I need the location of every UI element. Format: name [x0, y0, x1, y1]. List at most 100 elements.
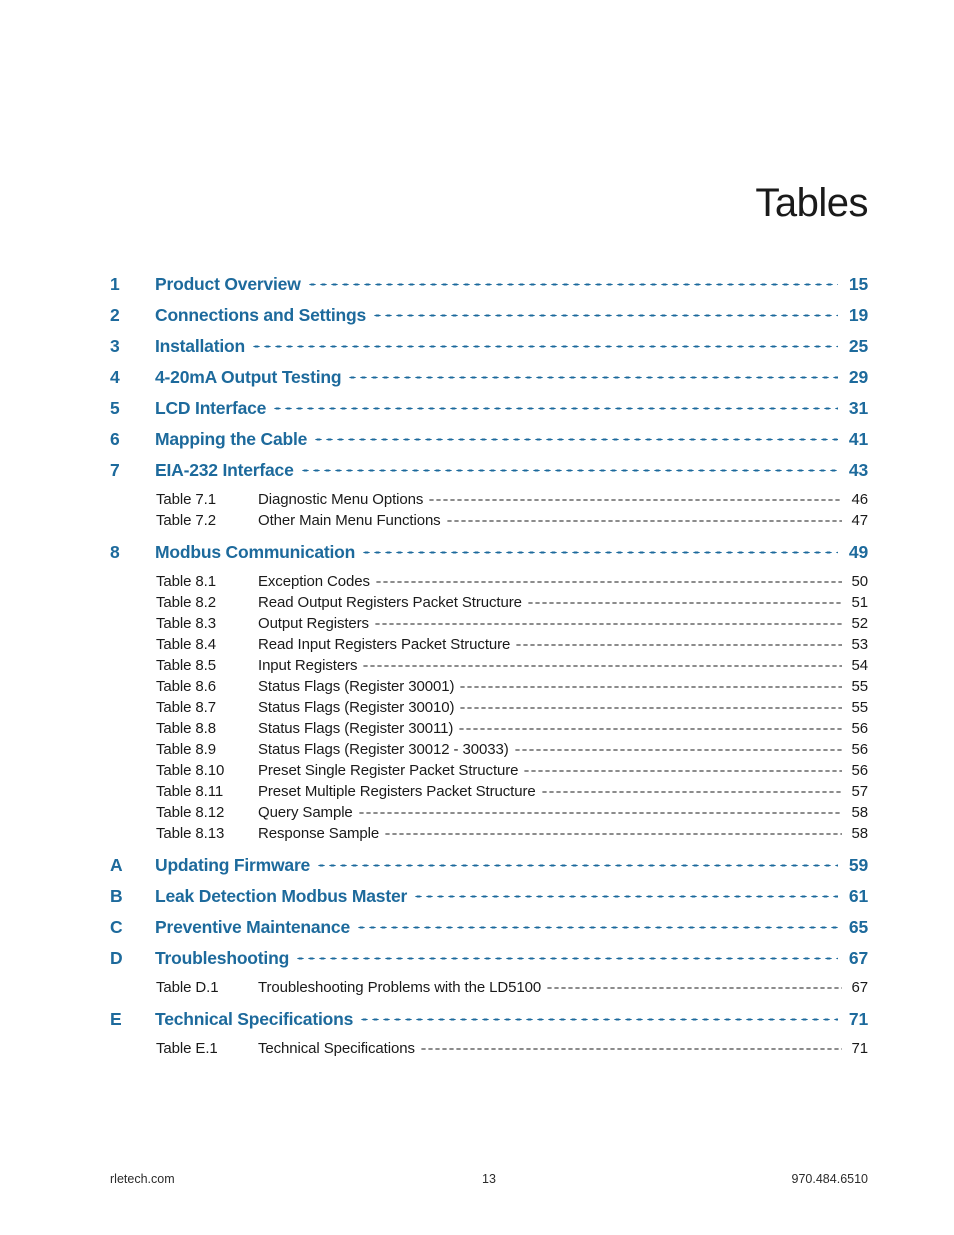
toc-chapter-page-number: 15: [848, 273, 868, 294]
toc-dot-leader: [316, 853, 838, 871]
toc-table-label: Preset Multiple Registers Packet Structu…: [258, 783, 536, 800]
toc-chapter-label: Modbus Communication: [155, 541, 356, 562]
toc-chapter-entry[interactable]: D Troubleshooting 67: [110, 946, 868, 977]
toc-table-number: Table E.1: [156, 1040, 218, 1057]
toc-chapter-page-number: 61: [848, 885, 868, 906]
toc-table-page-number: 56: [851, 720, 869, 737]
toc-chapter-entry[interactable]: 8 Modbus Communication 49: [110, 540, 868, 571]
toc-chapter-entry[interactable]: A Updating Firmware 59: [110, 853, 868, 884]
toc-dot-leader: [372, 303, 838, 321]
toc-dot-leader: [250, 334, 838, 352]
toc-chapter-page-number: 67: [848, 947, 868, 968]
toc-chapter-entry[interactable]: C Preventive Maintenance 65: [110, 915, 868, 946]
toc-table-entry[interactable]: Table 7.1 Diagnostic Menu Options 46: [110, 489, 868, 510]
toc-table-entry[interactable]: Table 8.12 Query Sample 58: [110, 802, 868, 823]
toc-table-number: Table 8.4: [156, 636, 216, 653]
toc-table-number: Table 8.8: [156, 720, 216, 737]
toc-chapter-entry[interactable]: 3 Installation 25: [110, 334, 868, 365]
toc-table-entry[interactable]: Table 8.6 Status Flags (Register 30001) 55: [110, 676, 868, 697]
toc-table-entry[interactable]: Table D.1 Troubleshooting Problems with t…: [110, 977, 868, 998]
toc-table-entry[interactable]: Table 8.11 Preset Multiple Registers Pack…: [110, 781, 868, 802]
toc-chapter-entry[interactable]: 6 Mapping the Cable 41: [110, 427, 868, 458]
toc-table-entry[interactable]: Table 7.2 Other Main Menu Functions 47: [110, 510, 868, 531]
toc-table-entry[interactable]: Table 8.10 Preset Single Register Packet …: [110, 760, 868, 781]
toc-dot-leader: [359, 1007, 838, 1025]
toc-chapter-label: Technical Specifications: [155, 1008, 354, 1029]
toc-table-entry[interactable]: Table E.1 Technical Specifications 71: [110, 1038, 868, 1059]
toc-dot-leader: [459, 676, 842, 691]
toc-dot-leader: [306, 272, 838, 290]
toc-dot-leader: [419, 1038, 842, 1053]
toc-chapter-number: D: [110, 947, 123, 968]
toc-chapter-entry[interactable]: 4 4-20mA Output Testing 29: [110, 365, 868, 396]
toc-table-page-number: 58: [851, 804, 869, 821]
toc-table-label: Technical Specifications: [258, 1040, 415, 1057]
toc-table-entry[interactable]: Table 8.13 Response Sample 58: [110, 823, 868, 844]
toc-chapter-entry[interactable]: E Technical Specifications 71: [110, 1007, 868, 1038]
toc-dot-leader: [445, 510, 842, 525]
toc-table-entry[interactable]: Table 8.5 Input Registers 54: [110, 655, 868, 676]
toc-table-entry[interactable]: Table 8.4 Read Input Registers Packet Str…: [110, 634, 868, 655]
toc-table-page-number: 51: [851, 594, 869, 611]
toc-table-label: Status Flags (Register 30001): [258, 678, 455, 695]
toc-table-entry[interactable]: Table 8.1 Exception Codes 50: [110, 571, 868, 592]
toc-chapter-page-number: 59: [848, 854, 868, 875]
toc-table-entry[interactable]: Table 8.9 Status Flags (Register 30012 - …: [110, 739, 868, 760]
toc-table-label: Read Output Registers Packet Structure: [258, 594, 522, 611]
toc-chapter-number: 4: [110, 366, 120, 387]
toc-dot-leader: [313, 427, 838, 445]
toc-chapter-number: 2: [110, 304, 120, 325]
toc-table-label: Status Flags (Register 30012 - 30033): [258, 741, 509, 758]
toc-dot-leader: [374, 571, 842, 586]
toc-table-label: Read Input Registers Packet Structure: [258, 636, 511, 653]
toc-table-page-number: 52: [851, 615, 869, 632]
toc-dot-leader: [272, 396, 838, 414]
toc-dot-leader: [459, 697, 842, 712]
toc-chapter-entry[interactable]: 5 LCD Interface 31: [110, 396, 868, 427]
toc-table-number: Table 8.5: [156, 657, 216, 674]
toc-table-label: Input Registers: [258, 657, 358, 674]
toc-table-label: Diagnostic Menu Options: [258, 491, 424, 508]
toc-chapter-number: A: [110, 854, 123, 875]
toc-table-entry[interactable]: Table 8.3 Output Registers 52: [110, 613, 868, 634]
toc-chapter-label: Connections and Settings: [155, 304, 367, 325]
toc-table-number: Table 8.10: [156, 762, 225, 779]
toc-table-page-number: 53: [851, 636, 869, 653]
toc-table-entry[interactable]: Table 8.8 Status Flags (Register 30011) 56: [110, 718, 868, 739]
toc-chapter-label: Troubleshooting: [155, 947, 290, 968]
toc-dot-leader: [523, 760, 842, 775]
toc-table-number: Table 8.3: [156, 615, 216, 632]
toc-table-entry[interactable]: Table 8.2 Read Output Registers Packet St…: [110, 592, 868, 613]
toc-table-page-number: 57: [851, 783, 869, 800]
toc-chapter-label: EIA-232 Interface: [155, 459, 294, 480]
toc-dot-leader: [357, 802, 842, 817]
toc-chapter-number: 3: [110, 335, 120, 356]
toc-table-number: Table D.1: [156, 979, 219, 996]
toc-chapter-label: 4-20mA Output Testing: [155, 366, 342, 387]
page-title: Tables: [755, 180, 868, 225]
toc-chapter-label: LCD Interface: [155, 397, 267, 418]
toc-dot-leader: [356, 915, 838, 933]
toc-table-number: Table 7.1: [156, 491, 216, 508]
toc-dot-leader: [526, 592, 842, 607]
toc-table-number: Table 8.12: [156, 804, 225, 821]
toc-chapter-page-number: 19: [848, 304, 868, 325]
toc-chapter-entry[interactable]: B Leak Detection Modbus Master 61: [110, 884, 868, 915]
toc-chapter-number: B: [110, 885, 123, 906]
toc-table-number: Table 8.2: [156, 594, 216, 611]
toc-dot-leader: [299, 458, 838, 476]
toc-table-entry[interactable]: Table 8.7 Status Flags (Register 30010) 55: [110, 697, 868, 718]
toc-table-label: Status Flags (Register 30011): [258, 720, 454, 737]
toc-chapter-entry[interactable]: 1 Product Overview 15: [110, 272, 868, 303]
toc-table-page-number: 50: [851, 573, 869, 590]
toc-chapter-entry[interactable]: 2 Connections and Settings 19: [110, 303, 868, 334]
toc-table-number: Table 8.7: [156, 699, 216, 716]
toc-table-page-number: 55: [851, 699, 869, 716]
toc-table-page-number: 67: [851, 979, 869, 996]
toc-table-label: Preset Single Register Packet Structure: [258, 762, 519, 779]
toc-chapter-page-number: 25: [848, 335, 868, 356]
toc-dot-leader: [540, 781, 842, 796]
toc-table-page-number: 47: [851, 512, 869, 529]
toc-chapter-entry[interactable]: 7 EIA-232 Interface 43: [110, 458, 868, 489]
toc-dot-leader: [362, 655, 842, 670]
